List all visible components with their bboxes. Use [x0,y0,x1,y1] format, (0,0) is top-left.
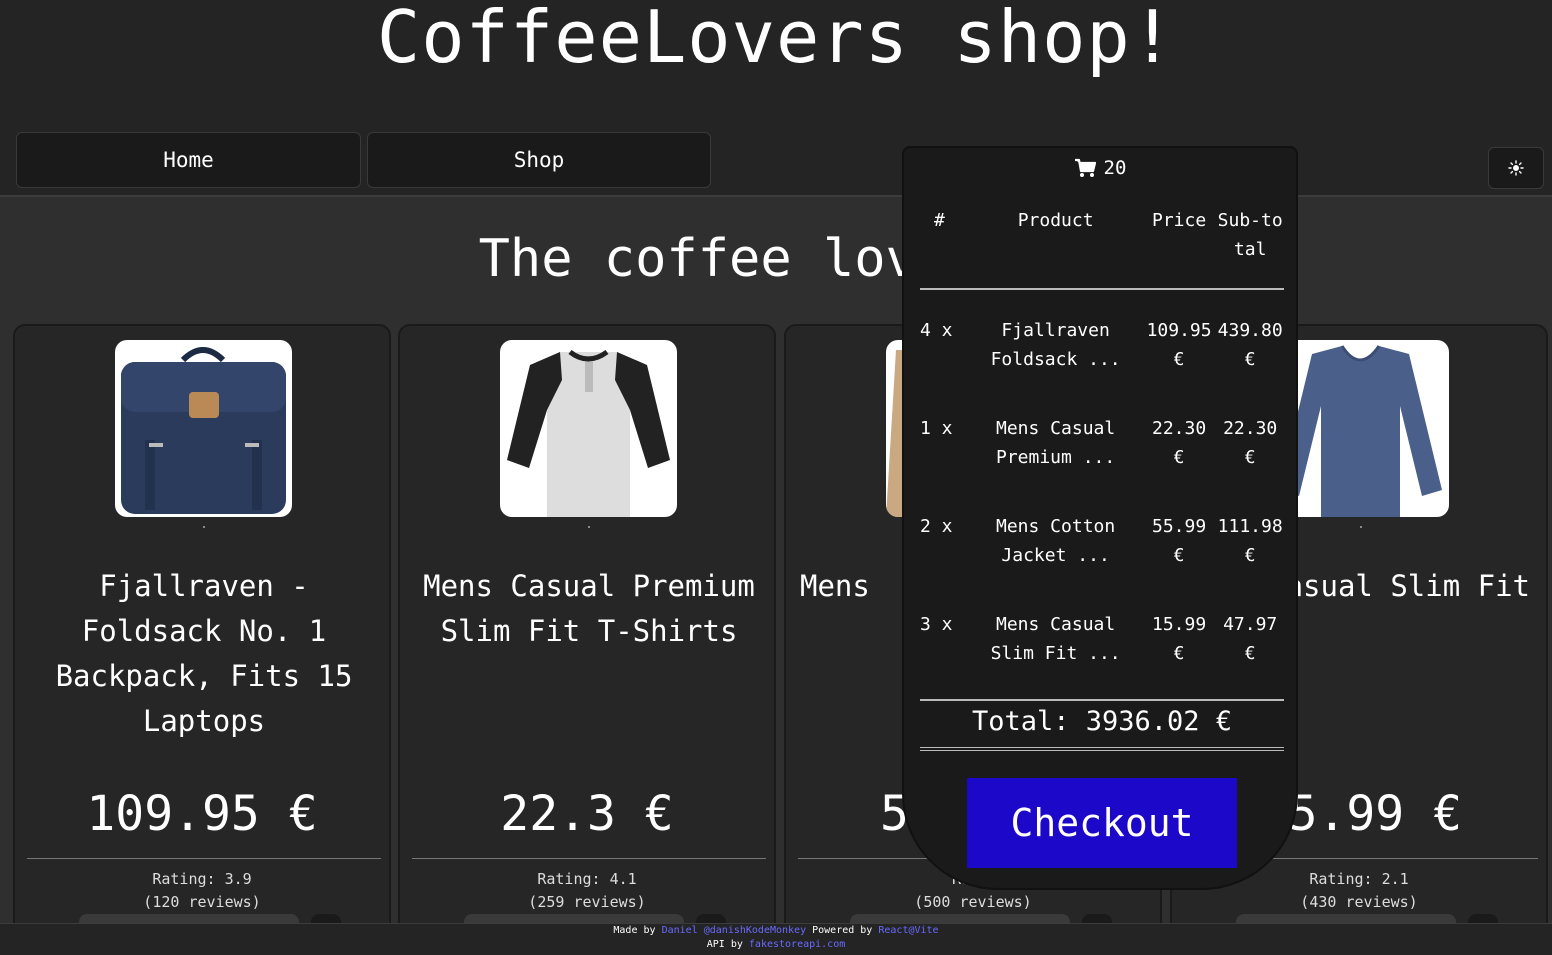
checkout-button[interactable]: Checkout [967,778,1237,868]
cart-total: Total: 3936.02 € [920,699,1284,751]
nav-home-button[interactable]: Home [16,132,361,188]
product-image-longsleeve [1272,340,1449,517]
cart-header-price: Price [1141,206,1217,290]
product-image-backpack [115,340,292,517]
product-card: Mens Casual Premium Slim Fit T-Shirts 22… [398,324,776,944]
product-rating: Rating: 4.1 (259 reviews) [528,870,646,911]
author-handle-link[interactable]: @danishKodeMonkey [704,925,806,936]
footer: Made by Daniel @danishKodeMonkey Powered… [0,923,1552,955]
product-price: 109.95 € [86,786,318,842]
product-rating: Rating: 3.9 (120 reviews) [143,870,261,911]
nav-shop-button[interactable]: Shop [367,132,711,188]
author-link[interactable]: Daniel [662,925,698,936]
cart-row: 3 x Mens Casual Slim Fit ... 15.99 € 47.… [920,614,1278,664]
cart-row: 2 x Mens Cotton Jacket ... 55.99 € 111.9… [920,516,1283,566]
cart-header-product: Product [969,206,1142,290]
cart-header-num: # [920,206,970,290]
cart-row: 1 x Mens Casual Premium ... 22.30 € 22.3… [920,418,1278,468]
product-image-tshirt [500,340,677,517]
cart-count: 20 [1103,157,1127,179]
cart-panel: 20 # Product Price Sub-total 4 x Fjallra… [902,146,1298,890]
shop-main: The coffee lovers m Fjallraven - Foldsac… [0,195,1552,944]
cart-row: 4 x Fjallraven Foldsack ... 109.95 € 439… [920,320,1283,370]
cart-toggle[interactable]: 20 [904,148,1296,188]
product-card: Fjallraven - Foldsack No. 1 Backpack, Fi… [13,324,391,944]
api-link[interactable]: fakestoreapi.com [749,939,845,950]
stack-link[interactable]: React@Vite [878,925,938,936]
product-title: Mens Casual Premium Slim Fit T-Shirts [423,569,755,648]
product-price: 22.3 € [500,786,674,842]
site-title: CoffeeLovers shop! [376,0,1176,79]
shop-headline: The coffee lovers m [478,229,1074,289]
sun-icon [1508,160,1524,176]
cart-icon [1074,158,1096,177]
theme-toggle-button[interactable] [1488,147,1544,189]
cart-table: # Product Price Sub-total 4 x Fjallraven… [920,206,1284,682]
cart-header-subtotal: Sub-total [1216,206,1284,290]
product-title: Fjallraven - Foldsack No. 1 Backpack, Fi… [55,569,353,738]
